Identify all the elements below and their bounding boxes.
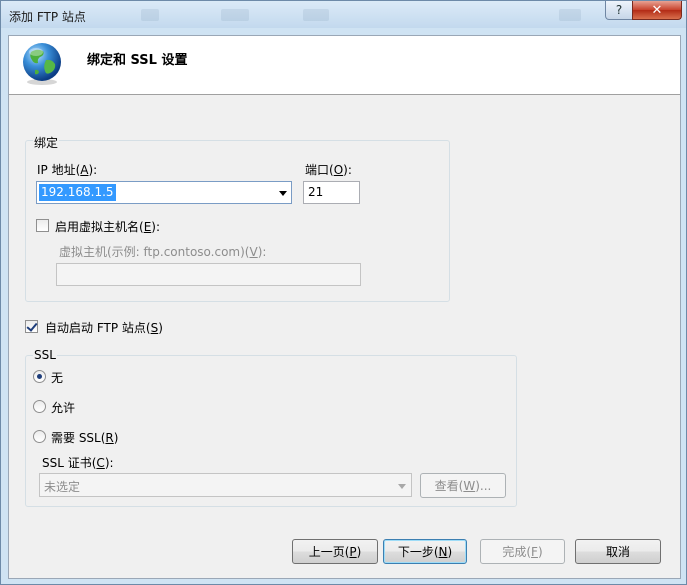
titlebar-ghost <box>559 9 581 21</box>
dialog-window: 添加 FTP 站点 ? ✕ 绑定和 SSL 设置 绑定 IP 地址(A): 19… <box>0 0 687 585</box>
ip-address-label: IP 地址(A): <box>37 163 98 177</box>
ssl-none-radio[interactable] <box>33 370 46 383</box>
ssl-certificate-combobox[interactable]: 未选定 <box>39 473 412 497</box>
cancel-button[interactable]: 取消 <box>575 539 661 564</box>
dropdown-arrow-icon[interactable] <box>279 191 287 196</box>
virtual-host-checkbox[interactable] <box>36 219 49 232</box>
close-icon: ✕ <box>651 2 663 18</box>
help-button[interactable]: ? <box>605 1 633 20</box>
close-button[interactable]: ✕ <box>632 1 682 20</box>
virtual-host-label: 虚拟主机(示例: ftp.contoso.com)(V): <box>59 245 267 259</box>
ssl-require-radio[interactable] <box>33 430 46 443</box>
page-title: 绑定和 SSL 设置 <box>87 53 188 68</box>
ssl-none-label[interactable]: 无 <box>51 369 63 386</box>
binding-group-label: 绑定 <box>33 134 60 151</box>
port-input[interactable]: 21 <box>303 181 360 204</box>
title-bar[interactable]: 添加 FTP 站点 ? ✕ <box>1 1 686 28</box>
ip-address-value: 192.168.1.5 <box>39 184 116 201</box>
wizard-header: 绑定和 SSL 设置 <box>9 36 680 95</box>
ssl-certificate-label: SSL 证书(C): <box>42 456 114 470</box>
dialog-client-area: 绑定和 SSL 设置 绑定 IP 地址(A): 192.168.1.5 端口(O… <box>8 35 681 579</box>
ssl-allow-label[interactable]: 允许 <box>51 399 75 416</box>
titlebar-ghost <box>303 9 329 21</box>
previous-button[interactable]: 上一页(P) <box>292 539 378 564</box>
ssl-require-label[interactable]: 需要 SSL(R) <box>51 429 118 446</box>
virtual-host-input[interactable] <box>56 263 361 286</box>
ssl-group-label: SSL <box>33 348 57 362</box>
titlebar-ghost <box>141 9 159 21</box>
virtual-host-checkbox-label[interactable]: 启用虚拟主机名(E): <box>55 218 160 235</box>
finish-button[interactable]: 完成(F) <box>480 539 565 564</box>
port-label: 端口(O): <box>305 163 352 177</box>
window-title: 添加 FTP 站点 <box>9 10 86 24</box>
auto-start-label[interactable]: 自动启动 FTP 站点(S) <box>45 319 163 336</box>
ssl-allow-radio[interactable] <box>33 400 46 413</box>
next-button[interactable]: 下一步(N) <box>383 539 467 564</box>
ssl-certificate-value: 未选定 <box>44 480 81 494</box>
dropdown-arrow-icon[interactable] <box>398 484 406 489</box>
view-certificate-button[interactable]: 查看(W)... <box>420 473 506 498</box>
auto-start-checkbox[interactable] <box>25 320 38 333</box>
titlebar-ghost <box>221 9 249 21</box>
help-icon: ? <box>615 3 623 17</box>
globe-icon <box>23 43 61 85</box>
ip-address-combobox[interactable]: 192.168.1.5 <box>36 181 292 204</box>
